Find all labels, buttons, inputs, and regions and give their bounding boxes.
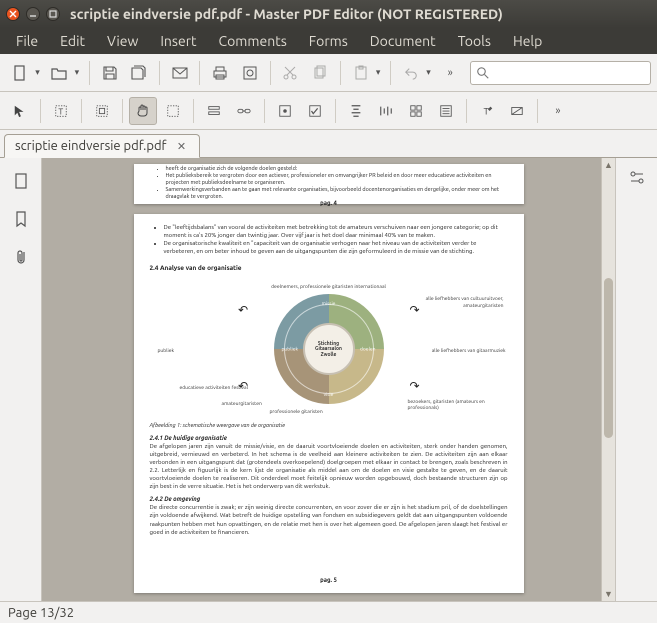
vertical-scrollbar[interactable]: ▲ ▼	[601, 158, 615, 601]
save-all-button[interactable]	[125, 59, 153, 87]
open-button[interactable]	[45, 59, 73, 87]
highlight-tool[interactable]: T	[473, 97, 501, 125]
menu-edit[interactable]: Edit	[50, 30, 95, 52]
menu-forms[interactable]: Forms	[299, 30, 358, 52]
open-dropdown[interactable]: ▾	[71, 67, 83, 78]
edit-document-tool[interactable]	[88, 97, 116, 125]
save-button[interactable]	[96, 59, 124, 87]
menu-view[interactable]: View	[97, 30, 148, 52]
page-canvas[interactable]: heeft de organisatie zich de volgende do…	[42, 158, 615, 601]
email-button[interactable]	[166, 59, 194, 87]
list-tool[interactable]	[432, 97, 460, 125]
document-tabs: scriptie eindversie pdf.pdf ✕	[0, 130, 657, 158]
page-indicator: Page 13/32	[8, 606, 74, 620]
toolbar-2: T T »	[0, 92, 657, 130]
paste-button[interactable]	[347, 59, 375, 87]
side-panel-left	[0, 158, 42, 601]
copy-button[interactable]	[306, 59, 334, 87]
scroll-up-button[interactable]: ▲	[602, 158, 615, 172]
new-button[interactable]	[6, 59, 34, 87]
strike-tool[interactable]	[503, 97, 531, 125]
edit-forms-tool[interactable]	[200, 97, 228, 125]
vert-align-tool[interactable]	[342, 97, 370, 125]
select-text-tool[interactable]	[159, 97, 187, 125]
diagram-wheel: deelnemers, professionele gitaristen int…	[150, 279, 508, 419]
print-preview-button[interactable]	[236, 59, 264, 87]
thumbnails-panel-button[interactable]	[5, 164, 37, 198]
tab-label: scriptie eindversie pdf.pdf	[15, 139, 167, 153]
tab-document[interactable]: scriptie eindversie pdf.pdf ✕	[4, 134, 200, 158]
side-panel-right	[615, 158, 657, 601]
window-title: scriptie eindversie pdf.pdf - Master PDF…	[70, 6, 503, 22]
svg-text:T: T	[58, 106, 63, 116]
undo-button[interactable]	[397, 59, 425, 87]
hand-tool[interactable]	[129, 97, 157, 125]
toolbar-1: ▾ ▾ ▾ ▾ »	[0, 54, 657, 92]
statusbar: Page 13/32	[0, 601, 657, 623]
search-input[interactable]	[489, 66, 644, 79]
paste-dropdown[interactable]: ▾	[372, 67, 384, 78]
radiobutton-tool[interactable]	[301, 97, 329, 125]
search-box[interactable]	[470, 61, 651, 85]
tab-close-button[interactable]: ✕	[175, 139, 189, 153]
svg-text:T: T	[484, 105, 490, 116]
menu-document[interactable]: Document	[360, 30, 446, 52]
print-button[interactable]	[206, 59, 234, 87]
bookmarks-panel-button[interactable]	[5, 202, 37, 236]
page-current: De "leeftijdsbalans" van vooral de activ…	[134, 214, 524, 593]
workarea: heeft de organisatie zich de volgende do…	[0, 158, 657, 601]
checkbox-tool[interactable]	[271, 97, 299, 125]
window-titlebar: scriptie eindversie pdf.pdf - Master PDF…	[0, 0, 657, 28]
grid-tool[interactable]	[402, 97, 430, 125]
object-inspector-button[interactable]	[623, 164, 651, 192]
menu-insert[interactable]: Insert	[150, 30, 206, 52]
window-maximize-button[interactable]	[46, 7, 60, 21]
cut-button[interactable]	[277, 59, 305, 87]
toolbar-overflow-1[interactable]: »	[436, 59, 464, 87]
page-fragment-prev: heeft de organisatie zich de volgende do…	[134, 164, 524, 204]
horiz-align-tool[interactable]	[372, 97, 400, 125]
menubar: File Edit View Insert Comments Forms Doc…	[0, 28, 657, 54]
toolbar-overflow-2[interactable]: »	[544, 97, 572, 125]
window-controls	[6, 7, 60, 21]
menu-file[interactable]: File	[6, 30, 48, 52]
search-icon	[477, 67, 489, 79]
attachments-panel-button[interactable]	[5, 240, 37, 274]
menu-tools[interactable]: Tools	[448, 30, 501, 52]
scroll-down-button[interactable]: ▼	[602, 587, 615, 601]
menu-help[interactable]: Help	[503, 30, 552, 52]
window-close-button[interactable]	[6, 7, 20, 21]
new-dropdown[interactable]: ▾	[32, 67, 44, 78]
scroll-thumb[interactable]	[604, 278, 613, 438]
edit-text-tool[interactable]: T	[47, 97, 75, 125]
window-minimize-button[interactable]	[26, 7, 40, 21]
link-tool[interactable]	[230, 97, 258, 125]
menu-comments[interactable]: Comments	[209, 30, 297, 52]
select-tool[interactable]	[6, 97, 34, 125]
